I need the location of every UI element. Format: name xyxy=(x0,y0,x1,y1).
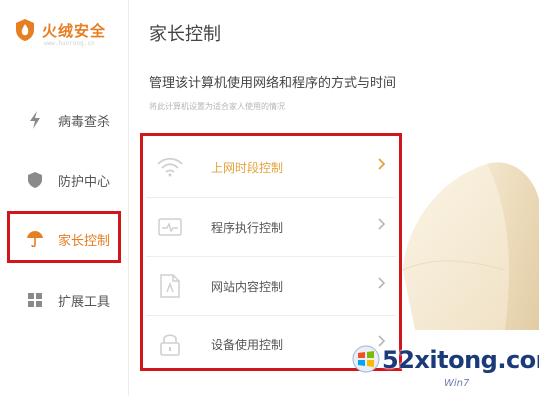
windows-logo-icon xyxy=(352,345,380,373)
sidebar-item-label: 病毒查杀 xyxy=(58,114,111,130)
page-subtitle: 管理该计算机使用网络和程序的方式与时间 xyxy=(149,76,397,91)
options-highlight-box xyxy=(140,133,402,371)
shield-illustration xyxy=(402,162,539,330)
sidebar: 火绒安全 www.huorong.cn 病毒查杀 防护中心 家长控制 扩展工具 xyxy=(0,0,129,396)
sidebar-item-label: 防护中心 xyxy=(58,174,111,190)
sidebar-item-virus-scan[interactable]: 病毒查杀 xyxy=(0,100,128,140)
lightning-icon xyxy=(26,111,44,129)
active-item-highlight-box xyxy=(7,211,121,263)
huorong-logo-icon xyxy=(16,19,34,41)
app-name: 火绒安全 xyxy=(42,21,107,40)
sidebar-item-label: 扩展工具 xyxy=(58,294,111,310)
page-title: 家长控制 xyxy=(149,24,221,45)
shield-icon xyxy=(26,171,44,189)
watermark-subtext: Win7 xyxy=(444,378,470,389)
watermark-text: 52xitong.com xyxy=(382,346,539,374)
app-window: 火绒安全 www.huorong.cn 病毒查杀 防护中心 家长控制 扩展工具 … xyxy=(0,0,539,396)
sidebar-item-protection[interactable]: 防护中心 xyxy=(0,160,128,200)
sidebar-item-extension-tools[interactable]: 扩展工具 xyxy=(0,280,128,320)
app-url: www.huorong.cn xyxy=(44,40,95,47)
app-logo: 火绒安全 xyxy=(14,18,106,42)
grid-icon xyxy=(26,291,44,309)
page-description: 将此计算机设置为适合家人使用的情况 xyxy=(149,102,285,111)
